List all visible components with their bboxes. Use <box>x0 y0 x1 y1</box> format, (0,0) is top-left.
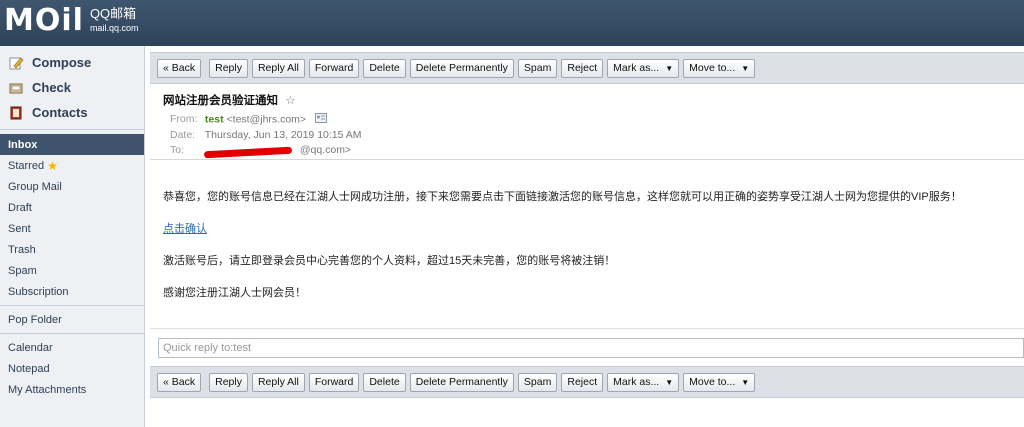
sidebar-item-label: Group Mail <box>8 180 62 193</box>
quick-reply-placeholder: Quick reply to:test <box>163 342 252 354</box>
delete-permanently-button[interactable]: Delete Permanently <box>409 372 514 392</box>
mail-logo[interactable]: MOil QQ邮箱 mail.qq.com <box>4 6 138 36</box>
sidebar-item-my-attachments[interactable]: My Attachments <box>0 379 144 400</box>
primary-actions: Compose Check Contacts <box>0 46 144 130</box>
compose-link[interactable]: Compose <box>0 50 144 75</box>
bottom-toolbar: « Back Reply Reply All Forward Delete De… <box>150 366 1024 398</box>
chevron-down-icon: ▼ <box>741 63 750 73</box>
sidebar-item-label: Notepad <box>8 362 50 375</box>
sidebar-item-pop-folder[interactable]: Pop Folder <box>0 309 144 330</box>
top-toolbar: « Back Reply Reply All Forward Delete De… <box>150 52 1024 84</box>
delete-button[interactable]: Delete <box>363 58 406 78</box>
from-line: From: test <test@jhrs.com> <box>170 113 327 126</box>
sidebar-item-label: Inbox <box>8 138 38 151</box>
delete-permanently-button[interactable]: Delete Permanently <box>409 58 514 78</box>
sidebar-item-label: Sent <box>8 222 31 235</box>
chevron-down-icon: ▼ <box>741 377 750 387</box>
from-label: From: <box>170 113 198 126</box>
sidebar-item-calendar[interactable]: Calendar <box>0 337 144 358</box>
spam-button[interactable]: Spam <box>517 372 558 392</box>
sender-name[interactable]: test <box>205 113 224 125</box>
mark-as-label: Mark as... <box>613 62 660 74</box>
quick-reply-input[interactable]: Quick reply to:test <box>158 338 1024 358</box>
chevron-down-icon: ▼ <box>665 63 674 73</box>
back-button[interactable]: « Back <box>157 58 202 78</box>
sender-address: <test@jhrs.com> <box>226 113 307 126</box>
move-to-label: Move to... <box>689 62 736 74</box>
date-value: Thursday, Jun 13, 2019 10:15 AM <box>204 129 362 141</box>
reply-button[interactable]: Reply <box>209 372 248 392</box>
body-paragraph: 激活账号后，请立即登录会员中心完善您的个人资料，超过15天未完善，您的账号将被注… <box>163 255 616 267</box>
email-body: 恭喜您，您的账号信息已经在江湖人士网成功注册，接下来您需要点击下面链接激活您的账… <box>163 190 1013 318</box>
email-subject: 网站注册会员验证通知 ☆ <box>163 92 296 108</box>
logo-qq-text: QQ邮箱 <box>89 6 137 21</box>
sidebar-item-sent[interactable]: Sent <box>0 218 144 239</box>
sidebar-item-label: Pop Folder <box>8 313 62 326</box>
reject-button[interactable]: Reject <box>561 58 604 78</box>
move-to-label: Move to... <box>689 376 736 388</box>
folder-list: Inbox Starred ★ Group Mail Draft Sent Tr… <box>0 130 144 400</box>
address-book-icon <box>8 105 24 121</box>
compose-label: Compose <box>32 55 92 70</box>
sidebar-item-notepad[interactable]: Notepad <box>0 358 144 379</box>
reply-button[interactable]: Reply <box>209 58 248 78</box>
sidebar-item-label: Draft <box>8 201 32 214</box>
sidebar-item-starred[interactable]: Starred ★ <box>0 155 144 176</box>
star-outline-icon[interactable]: ☆ <box>285 95 295 107</box>
contact-card-icon[interactable] <box>314 113 327 126</box>
recipient-address: @qq.com> <box>299 144 352 156</box>
sidebar-item-label: Spam <box>8 264 37 277</box>
sidebar-item-label: Calendar <box>8 341 53 354</box>
contacts-label: Contacts <box>32 105 88 120</box>
move-to-dropdown[interactable]: Move to... ▼ <box>683 372 756 392</box>
logo-subtitle: QQ邮箱 mail.qq.com <box>90 7 139 35</box>
mark-as-label: Mark as... <box>613 376 660 388</box>
to-label: To: <box>170 144 185 156</box>
reading-pane: « Back Reply Reply All Forward Delete De… <box>150 46 1024 427</box>
inbox-tray-icon <box>8 80 24 96</box>
sidebar-item-group-mail[interactable]: Group Mail <box>0 176 144 197</box>
mark-as-dropdown[interactable]: Mark as... ▼ <box>607 372 680 392</box>
date-line: Date: Thursday, Jun 13, 2019 10:15 AM <box>170 129 362 141</box>
sidebar-divider <box>0 333 144 334</box>
mark-as-dropdown[interactable]: Mark as... ▼ <box>607 58 680 78</box>
spam-button[interactable]: Spam <box>517 58 558 78</box>
sidebar-item-label: My Attachments <box>8 383 87 396</box>
delete-button[interactable]: Delete <box>363 372 406 392</box>
pencil-icon <box>8 55 24 71</box>
body-paragraph: 感谢您注册江湖人士网会员！ <box>163 287 306 299</box>
sidebar-item-label: Starred <box>8 159 45 172</box>
contacts-link[interactable]: Contacts <box>0 100 144 125</box>
check-label: Check <box>32 80 72 95</box>
sidebar: Compose Check Contacts Inbox Starred ★ G… <box>0 46 145 427</box>
sidebar-item-subscription[interactable]: Subscription <box>0 281 144 302</box>
logo-url-text: mail.qq.com <box>89 23 139 33</box>
forward-button[interactable]: Forward <box>308 372 360 392</box>
forward-button[interactable]: Forward <box>308 58 360 78</box>
reject-button[interactable]: Reject <box>561 372 604 392</box>
top-header-bar: MOil QQ邮箱 mail.qq.com <box>0 0 1024 46</box>
sidebar-divider <box>0 305 144 306</box>
sidebar-item-trash[interactable]: Trash <box>0 239 144 260</box>
back-button[interactable]: « Back <box>157 372 202 392</box>
sidebar-item-spam[interactable]: Spam <box>0 260 144 281</box>
sidebar-item-label: Subscription <box>8 285 69 298</box>
reply-all-button[interactable]: Reply All <box>251 58 305 78</box>
confirm-link[interactable]: 点击确认 <box>163 223 207 235</box>
logo-wordmark: MOil <box>4 3 84 38</box>
check-link[interactable]: Check <box>0 75 144 100</box>
date-label: Date: <box>170 129 196 141</box>
body-paragraph: 恭喜您，您的账号信息已经在江湖人士网成功注册，接下来您需要点击下面链接激活您的账… <box>163 191 962 203</box>
sidebar-item-draft[interactable]: Draft <box>0 197 144 218</box>
subject-text: 网站注册会员验证通知 <box>163 95 278 107</box>
sidebar-item-label: Trash <box>8 243 36 256</box>
reply-all-button[interactable]: Reply All <box>251 372 305 392</box>
chevron-down-icon: ▼ <box>665 377 674 387</box>
sidebar-item-inbox[interactable]: Inbox <box>0 134 144 155</box>
divider <box>150 328 1024 329</box>
star-icon: ★ <box>47 158 58 173</box>
move-to-dropdown[interactable]: Move to... ▼ <box>683 58 756 78</box>
